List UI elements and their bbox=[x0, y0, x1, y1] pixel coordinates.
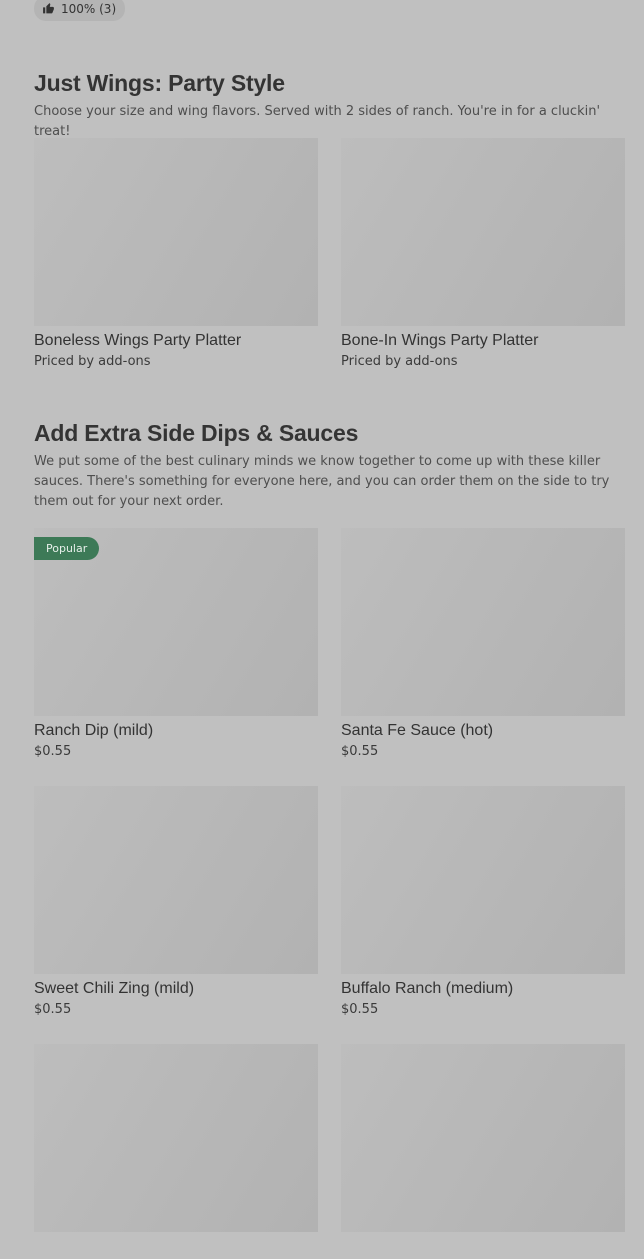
menu-item-card[interactable]: Buffalo Ranch (medium) $0.55 bbox=[341, 786, 625, 1019]
section-title-party-style: Just Wings: Party Style bbox=[34, 70, 285, 96]
menu-item-price: Priced by add-ons bbox=[341, 354, 458, 369]
menu-item-price: $0.55 bbox=[34, 744, 72, 759]
menu-item-price: $0.55 bbox=[34, 1002, 72, 1017]
menu-item-image bbox=[341, 138, 625, 326]
menu-item-image bbox=[34, 1044, 318, 1232]
menu-item-card[interactable] bbox=[341, 1044, 625, 1259]
menu-item-name: Sweet Chili Zing (mild) bbox=[34, 980, 195, 997]
rating-chip: 100% (3) bbox=[34, 0, 126, 21]
menu-item-name: Santa Fe Sauce (hot) bbox=[341, 722, 494, 739]
menu-item-image bbox=[341, 1044, 625, 1232]
menu-item-card[interactable]: Popular Ranch Dip (mild) $0.55 bbox=[34, 528, 318, 761]
menu-item-name: Boneless Wings Party Platter bbox=[34, 332, 242, 349]
section-description-side-dips: We put some of the best culinary minds w… bbox=[34, 454, 610, 509]
menu-item-card[interactable] bbox=[34, 1044, 318, 1259]
menu-item-price: $0.55 bbox=[341, 744, 379, 759]
menu-item-image bbox=[34, 786, 318, 974]
menu-item-name bbox=[34, 1236, 318, 1258]
menu-item-image: Popular bbox=[34, 528, 318, 716]
menu-item-card[interactable]: Bone-In Wings Party Platter Priced by ad… bbox=[341, 138, 625, 371]
menu-item-image bbox=[34, 138, 318, 326]
thumbs-up-icon bbox=[43, 3, 54, 14]
section-title-side-dips: Add Extra Side Dips & Sauces bbox=[34, 420, 359, 446]
menu-item-card[interactable]: Boneless Wings Party Platter Priced by a… bbox=[34, 138, 318, 371]
menu-item-price: $0.55 bbox=[341, 1002, 379, 1017]
menu-item-name: Ranch Dip (mild) bbox=[34, 722, 154, 739]
menu-item-name bbox=[341, 1236, 625, 1258]
rating-text: 100% (3) bbox=[61, 1, 117, 16]
popular-badge: Popular bbox=[34, 537, 100, 560]
menu-item-image bbox=[341, 786, 625, 974]
menu-item-name: Buffalo Ranch (medium) bbox=[341, 980, 514, 997]
section-description-party-style: Choose your size and wing flavors. Serve… bbox=[34, 104, 601, 139]
menu-item-card[interactable]: Santa Fe Sauce (hot) $0.55 bbox=[341, 528, 625, 761]
menu-item-name: Bone-In Wings Party Platter bbox=[341, 332, 539, 349]
menu-item-image bbox=[341, 528, 625, 716]
menu-item-card[interactable]: Sweet Chili Zing (mild) $0.55 bbox=[34, 786, 318, 1019]
menu-item-price: Priced by add-ons bbox=[34, 354, 151, 369]
